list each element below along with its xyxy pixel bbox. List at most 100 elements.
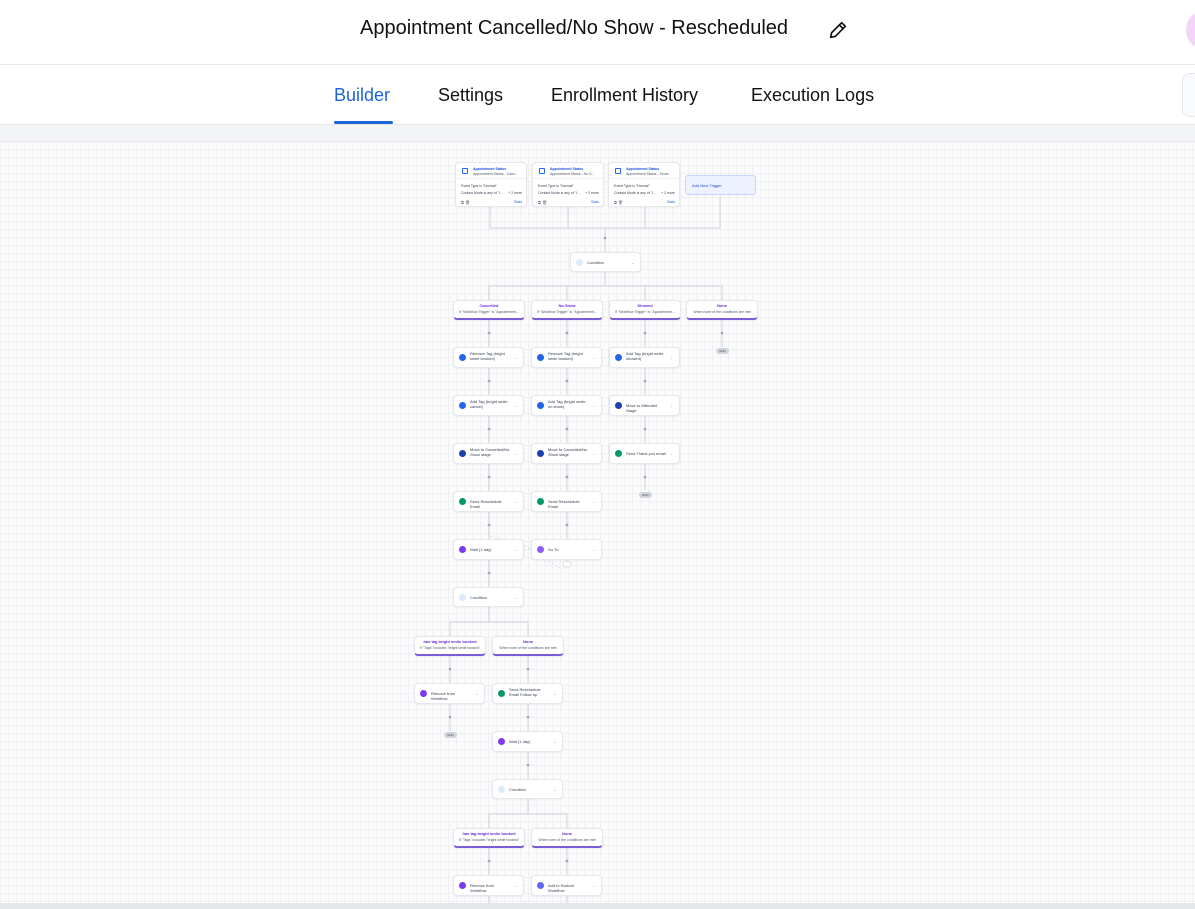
chevron-down-icon[interactable]: ⌄ — [514, 547, 519, 552]
node-label: Move to Attended Stage — [626, 403, 658, 413]
tag-icon — [537, 402, 544, 409]
chevron-down-icon[interactable]: ⌄ — [475, 691, 480, 696]
go-to-icon — [537, 546, 544, 553]
trigger-filter: Contact Mode is any of "I... — [614, 191, 656, 195]
horizontal-scrollbar[interactable] — [0, 903, 1195, 909]
action-add-tag[interactable]: Add Tag (bright smile cancel) ⌄ — [453, 395, 524, 416]
branch-subtitle: When none of the conditions are met — [693, 310, 751, 314]
header: Appointment Cancelled/No Show - Reschedu… — [0, 0, 1195, 65]
chevron-down-icon[interactable]: ⌄ — [592, 499, 597, 504]
branch-has-tag[interactable]: has tag bright smile booked If "Tags" in… — [414, 636, 486, 656]
branch-subtitle: If "Workflow Trigger" is "Appointment... — [615, 310, 675, 314]
action-move-stage[interactable]: Move to Cancelled/No Show stage ⌄ — [453, 443, 524, 464]
end-marker: END — [444, 732, 457, 738]
chevron-down-icon[interactable]: ⌄ — [592, 355, 597, 360]
tab-settings[interactable]: Settings — [438, 85, 503, 106]
chevron-down-icon[interactable]: ⌄ — [592, 403, 597, 408]
action-wait[interactable]: Wait (1 day) ⌄ — [453, 539, 524, 560]
trigger-more[interactable]: + 2 more — [508, 191, 522, 195]
branch-none[interactable]: None When none of the conditions are met — [686, 300, 758, 320]
trigger-card-1[interactable]: Appointment Status Appointment Status - … — [455, 162, 527, 207]
branch-title: has tag bright smile booked — [462, 831, 516, 836]
chevron-down-icon[interactable]: ⌄ — [670, 403, 675, 408]
chevron-down-icon[interactable]: ⌄ — [670, 451, 675, 456]
branch-none[interactable]: None When none of the conditions are met — [531, 828, 603, 848]
chevron-down-icon[interactable]: ⌄ — [553, 739, 558, 744]
trigger-more[interactable]: + 2 more — [585, 191, 599, 195]
email-icon — [498, 690, 505, 697]
chevron-down-icon[interactable]: ⌄ — [514, 883, 519, 888]
email-icon — [615, 450, 622, 457]
action-send-email[interactable]: Send Reschedule Email ⌄ — [453, 491, 524, 512]
chevron-down-icon[interactable]: ⌄ — [514, 499, 519, 504]
trigger-card-3[interactable]: Appointment Status Appointment Status - … — [608, 162, 680, 207]
action-send-email[interactable]: Send Thank you email ⌄ — [609, 443, 680, 464]
stats-link[interactable]: Stats — [591, 200, 599, 204]
node-label: Send Reschedule Email Follow up — [509, 687, 541, 697]
node-label: Condition — [509, 787, 526, 792]
node-label: Add Tag (bright smile showed) — [626, 351, 664, 361]
action-wait[interactable]: Wait (1 day) ⌄ — [492, 731, 563, 752]
condition-icon — [459, 594, 466, 601]
chevron-down-icon[interactable]: ⌄ — [553, 787, 558, 792]
trigger-title: Appointment Status — [550, 167, 584, 171]
chevron-down-icon[interactable]: ⌄ — [631, 260, 636, 265]
chevron-down-icon[interactable]: ⌄ — [514, 355, 519, 360]
action-add-tag[interactable]: Add Tag (bright smile no show) ⌄ — [531, 395, 602, 416]
branch-title: has tag bright smile booked — [423, 639, 477, 644]
avatar[interactable] — [1186, 12, 1195, 48]
copy-delete-icons[interactable]: ⧉ 🗑 — [538, 200, 547, 205]
chevron-down-icon[interactable]: ⌄ — [670, 355, 675, 360]
condition-node[interactable]: Condition ⌄ — [570, 252, 641, 272]
copy-delete-icons[interactable]: ⧉ 🗑 — [461, 200, 470, 205]
branch-no-show[interactable]: No Show If "Workflow Trigger" is "Appoin… — [531, 300, 603, 320]
clock-icon — [498, 738, 505, 745]
condition-node[interactable]: Condition ⌄ — [492, 779, 563, 799]
stats-link[interactable]: Stats — [667, 200, 675, 204]
calendar-icon — [615, 168, 621, 174]
trigger-card-2[interactable]: Appointment Status Appointment Status - … — [532, 162, 604, 207]
trigger-more[interactable]: + 2 more — [661, 191, 675, 195]
action-send-email[interactable]: Send Reschedule Email ⌄ — [531, 491, 602, 512]
calendar-icon — [539, 168, 545, 174]
action-go-to[interactable]: Go To ⌄ — [531, 539, 602, 560]
panel-toggle[interactable] — [1182, 73, 1195, 117]
chevron-down-icon[interactable]: ⌄ — [553, 691, 558, 696]
tag-icon — [459, 354, 466, 361]
go-to-link-icon[interactable] — [563, 561, 571, 567]
chevron-down-icon[interactable]: ⌄ — [514, 595, 519, 600]
chevron-down-icon[interactable]: ⌄ — [592, 883, 597, 888]
branch-subtitle: If "Workflow Trigger" is "Appointment... — [459, 310, 519, 314]
branch-none[interactable]: None When none of the conditions are met — [492, 636, 564, 656]
node-label: Go To — [548, 547, 559, 552]
workflow-icon — [537, 882, 544, 889]
branch-title: No Show — [558, 303, 576, 308]
action-remove-from-workflow[interactable]: Remove from Workflow ⌄ — [414, 683, 485, 704]
node-label: Wait (1 day) — [470, 547, 492, 552]
pencil-icon[interactable] — [827, 19, 849, 41]
chevron-down-icon[interactable]: ⌄ — [592, 547, 597, 552]
chevron-down-icon[interactable]: ⌄ — [592, 451, 597, 456]
branch-has-tag[interactable]: has tag bright smile booked If "Tags" in… — [453, 828, 525, 848]
action-remove-from-workflow[interactable]: Remove from Workflow ⌄ — [453, 875, 524, 896]
workflow-canvas[interactable] — [0, 125, 1195, 909]
trigger-filter: Contact Mode is any of "I... — [538, 191, 580, 195]
add-new-trigger-button[interactable]: Add New Trigger — [685, 175, 756, 195]
copy-delete-icons[interactable]: ⧉ 🗑 — [614, 200, 623, 205]
action-move-stage[interactable]: Move to Cancelled/No Show stage ⌄ — [531, 443, 602, 464]
chevron-down-icon[interactable]: ⌄ — [514, 403, 519, 408]
branch-cancelled[interactable]: Cancelled If "Workflow Trigger" is "Appo… — [453, 300, 525, 320]
action-remove-tag[interactable]: Remove Tag (bright smile booked) ⌄ — [453, 347, 524, 368]
tab-builder[interactable]: Builder — [334, 85, 390, 106]
stats-link[interactable]: Stats — [514, 200, 522, 204]
tab-enrollment-history[interactable]: Enrollment History — [551, 85, 698, 106]
action-remove-tag[interactable]: Remove Tag (bright smile booked) ⌄ — [531, 347, 602, 368]
condition-node[interactable]: Condition ⌄ — [453, 587, 524, 607]
action-send-email[interactable]: Send Reschedule Email Follow up ⌄ — [492, 683, 563, 704]
tab-execution-logs[interactable]: Execution Logs — [751, 85, 874, 106]
action-add-to-workflow[interactable]: Add to Nurture Workflow ⌄ — [531, 875, 602, 896]
branch-showed[interactable]: Showed If "Workflow Trigger" is "Appoint… — [609, 300, 681, 320]
action-move-stage[interactable]: Move to Attended Stage ⌄ — [609, 395, 680, 416]
action-add-tag[interactable]: Add Tag (bright smile showed) ⌄ — [609, 347, 680, 368]
chevron-down-icon[interactable]: ⌄ — [514, 451, 519, 456]
